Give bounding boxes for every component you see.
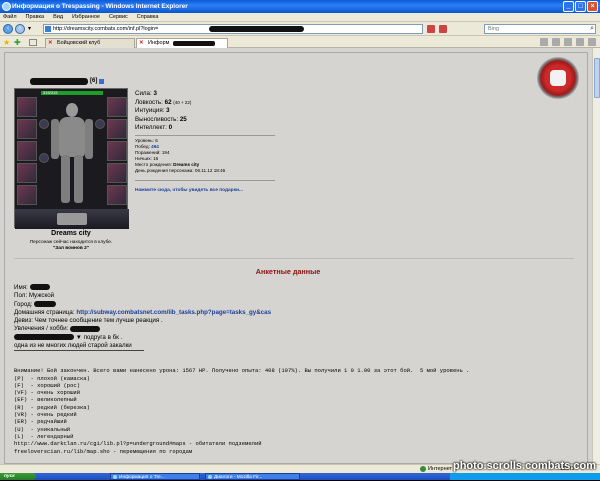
- home-icon[interactable]: [540, 38, 548, 46]
- weapon-slot[interactable]: [17, 141, 37, 161]
- stats-block: Сила: 3 Ловкость: 62 (40 + 22) Интуиция:…: [135, 90, 275, 138]
- ie-logo-icon: [2, 2, 11, 11]
- stat-intellect: Интеллект: 0: [135, 124, 173, 131]
- detail-birthday: День рождения персонажа: 06.11.12 18:46: [135, 168, 226, 173]
- add-favorites-icon[interactable]: ✚: [14, 38, 21, 47]
- search-input[interactable]: Bing ⌕: [484, 24, 596, 34]
- task-ie-window[interactable]: Информация о Tre...: [110, 473, 200, 480]
- address-value: http://dreamscity.combats.com/inf.pl?log…: [53, 26, 159, 32]
- stat-intuition: Интуиция: 3: [135, 107, 170, 114]
- page-icon: [45, 26, 51, 32]
- tab-label: Бойцовский клуб: [57, 40, 101, 46]
- back-button[interactable]: ‹: [3, 24, 13, 34]
- clan-emblem-icon: [57, 213, 87, 225]
- stat-strength: Сила: 3: [135, 90, 157, 97]
- boots-slot[interactable]: [107, 185, 127, 205]
- fist-emblem-icon[interactable]: [536, 56, 580, 100]
- profile-homepage-row: Домашняя страница: http://subway.combats…: [14, 308, 272, 316]
- menu-view[interactable]: Вид: [53, 13, 63, 21]
- info-icon[interactable]: [99, 79, 105, 84]
- profile-log-text: Внимание! Бой закончен. Всего вами нанес…: [14, 367, 470, 455]
- address-input[interactable]: http://dreamscity.combats.com/inf.pl?log…: [43, 24, 423, 34]
- search-placeholder: Bing: [488, 26, 500, 32]
- level-badge: [6]: [90, 78, 98, 84]
- stat-agility: Ловкость: 62 (40 + 22): [135, 98, 192, 106]
- belt-slot[interactable]: [17, 185, 37, 205]
- title-bar: Информация о Trespassing - Windows Inter…: [0, 0, 600, 13]
- feeds-icon[interactable]: [552, 38, 560, 46]
- tab-info[interactable]: ✕ Информ: [136, 38, 228, 48]
- tab-combats-club[interactable]: ✕ Бойцовский клуб: [45, 38, 135, 48]
- shield-slot[interactable]: [107, 141, 127, 161]
- zone-indicator: Интернет: [420, 465, 452, 473]
- stop-icon[interactable]: [439, 25, 447, 33]
- armor-slot[interactable]: [17, 163, 37, 183]
- character-name: [6]: [30, 78, 105, 85]
- minimize-button[interactable]: _: [563, 1, 574, 12]
- stat-endurance: Выносливость: 25: [135, 115, 187, 123]
- amulet-slot[interactable]: [17, 119, 37, 139]
- profile-section-title: Анкетные данные: [255, 267, 321, 276]
- taskbar: пуск Информация о Tre... Диалоги - Mozil…: [0, 473, 600, 480]
- address-toolbar: ‹ › ▾ http://dreamscity.combats.com/inf.…: [0, 22, 600, 36]
- profile-hobby-line1: ▼ подруга в бк .: [14, 334, 574, 342]
- print-icon[interactable]: [564, 38, 572, 46]
- menu-favorites[interactable]: Избранное: [72, 13, 100, 21]
- city-name: Dreams city: [51, 230, 91, 237]
- forward-button[interactable]: ›: [15, 24, 25, 34]
- profile-name-row: Имя:: [14, 284, 574, 292]
- homepage-link[interactable]: http://subway.combatsnet.com/lib_tasks.p…: [76, 309, 271, 316]
- redaction-mark: [30, 78, 88, 85]
- menu-tools[interactable]: Сервис: [109, 13, 128, 21]
- gloves-slot[interactable]: [107, 119, 127, 139]
- close-button[interactable]: ×: [587, 1, 598, 12]
- menu-file[interactable]: Файл: [3, 13, 17, 21]
- tabs-bar: ★ ✚ ✕ Бойцовский клуб ✕ Информ: [0, 36, 600, 48]
- redaction-mark: [173, 41, 215, 46]
- profile-block: Имя: Пол: Мужской Город: Домашняя страни…: [14, 284, 574, 350]
- combats-tab-icon: ✕: [139, 40, 144, 46]
- tab-label: Информ: [148, 40, 170, 46]
- location-text: Персонаж сейчас находится в клубе. "Зал …: [29, 240, 113, 251]
- start-button[interactable]: пуск: [0, 473, 36, 480]
- refresh-icon[interactable]: [427, 25, 435, 33]
- watermark-text: photo.scrolls.combats.com: [452, 460, 596, 472]
- scrollbar-thumb[interactable]: [594, 58, 600, 98]
- globe-icon: [420, 466, 426, 472]
- details-block: Уровень: 6 Побед: 494 Поражений: 194 Нич…: [135, 138, 225, 174]
- earring-slot[interactable]: [107, 97, 127, 117]
- paperdoll-panel: 315/315: [14, 88, 129, 229]
- leggings-slot[interactable]: [107, 163, 127, 183]
- profile-gender-row: Пол: Мужской: [14, 292, 55, 300]
- page-content: [6] 315/315 Dreams city Персонаж сейчас …: [0, 48, 592, 464]
- page-menu-icon[interactable]: [576, 38, 584, 46]
- hp-bar: 315/315: [41, 91, 103, 95]
- redaction-mark: [209, 26, 304, 32]
- tools-menu-icon[interactable]: [588, 38, 596, 46]
- window-title: Информация о Trespassing - Windows Inter…: [12, 3, 188, 10]
- clan-strip: [15, 209, 129, 229]
- menu-bar: Файл Правка Вид Избранное Сервис Справка: [0, 13, 600, 22]
- system-tray: [450, 473, 600, 480]
- quick-tabs-icon[interactable]: [29, 39, 37, 46]
- character-silhouette: [47, 99, 97, 207]
- task-firefox-window[interactable]: Диалоги - Mozilla Fir...: [205, 473, 300, 480]
- profile-hobby-row: Увлечения / хобби:: [14, 325, 574, 333]
- gifts-link[interactable]: Нажмите сюда, чтобы увидеть все подарки.…: [135, 188, 243, 193]
- vertical-scrollbar[interactable]: [592, 48, 600, 464]
- menu-edit[interactable]: Правка: [26, 13, 45, 21]
- recent-pages-icon[interactable]: ▾: [28, 25, 31, 32]
- profile-city-row: Город:: [14, 301, 574, 309]
- maximize-button[interactable]: □: [575, 1, 586, 12]
- browser-window: Информация о Trespassing - Windows Inter…: [0, 0, 600, 480]
- helmet-slot[interactable]: [17, 97, 37, 117]
- menu-help[interactable]: Справка: [137, 13, 159, 21]
- combats-tab-icon: ✕: [48, 40, 53, 46]
- profile-motto-row: Девиз: Чем точнее сообщение тем лучше ре…: [14, 317, 163, 325]
- search-icon[interactable]: ⌕: [590, 25, 594, 33]
- favorites-star-icon[interactable]: ★: [3, 38, 10, 47]
